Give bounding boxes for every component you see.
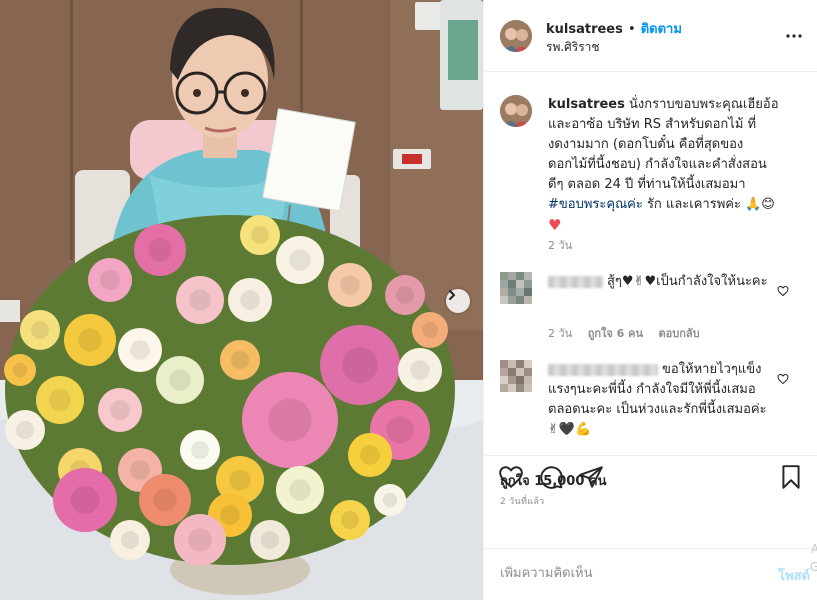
heart-outline-icon <box>777 373 789 385</box>
flower-center <box>130 460 150 480</box>
flower-center <box>340 275 360 295</box>
flower-center <box>289 249 311 271</box>
flower-center <box>191 441 209 459</box>
reply-button[interactable]: ตอบกลับ <box>659 327 700 340</box>
post-comment-button[interactable]: โพสต์ <box>778 565 810 586</box>
flower-center <box>130 340 150 360</box>
post-header: kulsatrees • ติดตาม รพ.ศิริราช <box>484 0 817 72</box>
header-user-line: kulsatrees • ติดตาม <box>546 18 682 39</box>
likes-count[interactable]: ถูกใจ 15,000 คน <box>500 470 607 491</box>
flower-center <box>421 321 439 339</box>
flower-center <box>341 511 359 529</box>
flower-center <box>382 492 398 508</box>
location-link[interactable]: รพ.ศิริราช <box>546 38 600 57</box>
flower-center <box>188 528 212 552</box>
flower-center <box>31 321 49 339</box>
post-photo[interactable] <box>0 0 483 600</box>
flower-center <box>16 421 34 439</box>
flower-center <box>386 416 414 444</box>
comment-1-likes[interactable]: ถูกใจ 6 คน <box>588 327 643 340</box>
avatar-image <box>500 20 532 52</box>
save-button[interactable] <box>778 464 804 494</box>
bookmark-icon <box>782 465 800 489</box>
caption-tail: รัก และเคารพค่ะ 🙏😊 <box>646 197 775 212</box>
heart-emoji: ♥ <box>548 216 562 234</box>
flower-center <box>410 360 430 380</box>
commenter-avatar[interactable] <box>500 272 532 304</box>
post-caption: kulsatrees นั่งกราบขอบพระคุณเฮียอ้อและอา… <box>548 95 780 237</box>
comment-2: ขอให้หายไวๆแข็งแรงๆนะคะพี่นี้ง กำลังใจมี… <box>548 360 768 440</box>
more-horizontal-icon <box>786 34 802 38</box>
flower-center <box>268 398 312 442</box>
comment-1-age[interactable]: 2 วัน <box>548 327 572 340</box>
flower-center <box>251 226 269 244</box>
flower-center <box>153 488 177 512</box>
flower-center <box>78 328 102 352</box>
chevron-right-icon <box>449 290 456 300</box>
flower-center <box>229 469 251 491</box>
commenter-username-blurred[interactable] <box>548 275 603 288</box>
flower-center <box>189 289 211 311</box>
add-comment-bar: โพสต์ <box>484 548 817 600</box>
watermark-line-1: A <box>810 542 817 556</box>
watermark-line-2: G <box>809 560 817 574</box>
flower-center <box>240 290 260 310</box>
photo-scene <box>0 0 483 600</box>
flower-center <box>261 531 279 549</box>
comment-input[interactable] <box>498 565 752 582</box>
flower-center <box>169 369 191 391</box>
flower-center <box>289 479 311 501</box>
avatar-image <box>500 95 532 127</box>
flower-center <box>360 445 380 465</box>
caption-timestamp[interactable]: 2 วัน <box>548 236 572 254</box>
commenter-avatar[interactable] <box>500 360 532 392</box>
watermark-text: A G <box>810 540 817 576</box>
avatar[interactable] <box>500 20 532 52</box>
separator-dot: • <box>627 22 636 37</box>
more-options-button[interactable] <box>786 28 802 48</box>
comment-like-button[interactable] <box>777 282 789 301</box>
flower-center <box>110 400 130 420</box>
flower-center <box>148 238 172 262</box>
caption-avatar[interactable] <box>500 95 532 127</box>
flower-center <box>231 351 249 369</box>
flower-center <box>49 389 71 411</box>
comment-1-meta: 2 วัน ถูกใจ 6 คน ตอบกลับ <box>548 324 700 342</box>
follow-button[interactable]: ติดตาม <box>641 22 682 37</box>
flower-center <box>121 531 139 549</box>
caption-hashtag[interactable]: #ขอบพระคุณค่ะ <box>548 197 643 212</box>
card-note <box>262 108 356 212</box>
post-side-panel: kulsatrees • ติดตาม รพ.ศิริราช kulsatree… <box>483 0 817 600</box>
flower-center <box>70 485 100 515</box>
commenter-username-blurred[interactable] <box>548 363 658 376</box>
username-link[interactable]: kulsatrees <box>546 22 623 37</box>
post-timestamp[interactable]: 2 วันที่แล้ว <box>500 494 545 508</box>
comment-1: สู้ๆ♥✌♥เป็นกำลังใจให้นะคะ <box>548 272 768 292</box>
next-photo-button[interactable] <box>446 289 470 313</box>
flower-center <box>220 505 240 525</box>
heart-outline-icon <box>777 285 789 297</box>
flower-center <box>396 286 414 304</box>
caption-username[interactable]: kulsatrees <box>548 97 625 112</box>
flower-center <box>100 270 120 290</box>
comment-1-text: สู้ๆ♥✌♥เป็นกำลังใจให้นะคะ <box>607 274 768 289</box>
flower-center <box>12 362 28 378</box>
flower-center <box>342 347 378 383</box>
comment-like-button[interactable] <box>777 370 789 389</box>
